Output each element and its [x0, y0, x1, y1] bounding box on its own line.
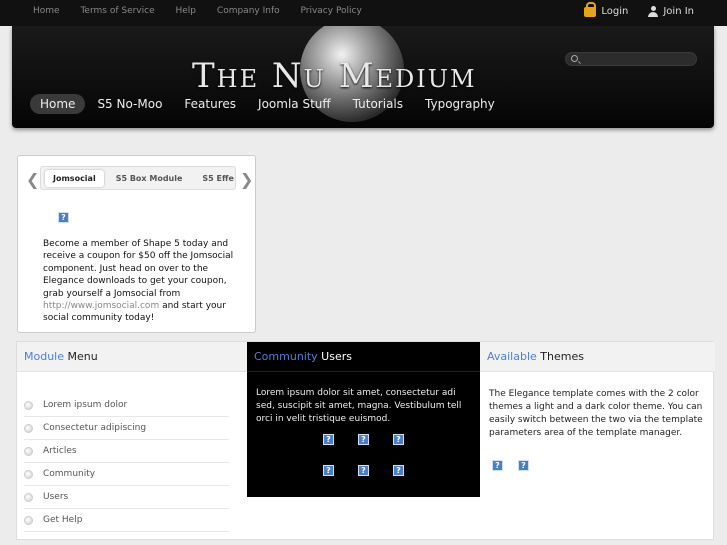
- available-themes-column: Available Themes The Elegance template c…: [480, 342, 715, 541]
- heading-rest: Users: [317, 350, 352, 363]
- top-link-privacy[interactable]: Privacy Policy: [301, 6, 362, 16]
- join-label: Join In: [663, 6, 694, 17]
- available-themes-heading: Available Themes: [480, 342, 715, 372]
- menu-item-label: Get Help: [43, 515, 83, 525]
- menu-item-community[interactable]: Community: [24, 463, 229, 486]
- community-text: Lorem ipsum dolor sit amet, consectetur …: [256, 388, 462, 424]
- nav-tutorials[interactable]: Tutorials: [343, 94, 413, 114]
- prev-arrow-icon[interactable]: ❮: [26, 170, 39, 189]
- module-menu-column: Module Menu Lorem ipsum dolor Consectetu…: [17, 342, 247, 541]
- bullet-icon: [24, 492, 33, 502]
- user-avatar-icon[interactable]: ?: [393, 465, 404, 476]
- top-bar: Home Terms of Service Help Company Info …: [0, 0, 727, 26]
- tab-jomsocial[interactable]: Jomsocial: [45, 169, 104, 187]
- menu-item-label: Lorem ipsum dolor: [43, 400, 128, 410]
- top-links: Home Terms of Service Help Company Info …: [33, 6, 380, 16]
- heading-rest: Menu: [64, 350, 98, 363]
- theme-icons: ? ?: [492, 460, 529, 471]
- bullet-icon: [24, 423, 33, 433]
- jomsocial-link[interactable]: http://www.jomsocial.com: [43, 301, 159, 311]
- nav-joomla-stuff[interactable]: Joomla Stuff: [248, 94, 341, 114]
- nav-s5-no-moo[interactable]: S5 No-Moo: [87, 94, 172, 114]
- heading-accent: Module: [24, 350, 64, 363]
- image-placeholder-icon: ?: [58, 212, 69, 223]
- module-text-before: Become a member of Shape 5 today and rec…: [43, 239, 234, 299]
- menu-item-label: Community: [43, 469, 96, 479]
- main-nav: Home S5 No-Moo Features Joomla Stuff Tut…: [30, 94, 507, 114]
- themes-text: The Elegance template comes with the 2 c…: [489, 389, 703, 438]
- bottom-modules: Module Menu Lorem ipsum dolor Consectetu…: [16, 341, 715, 541]
- login-link[interactable]: Login: [584, 1, 629, 17]
- next-arrow-icon[interactable]: ❯: [240, 170, 253, 189]
- top-link-company-info[interactable]: Company Info: [217, 6, 280, 16]
- module-description: Become a member of Shape 5 today and rec…: [43, 238, 243, 325]
- heading-accent: Community: [254, 350, 318, 363]
- lock-icon: [584, 1, 597, 17]
- nav-features[interactable]: Features: [174, 94, 246, 114]
- join-link[interactable]: Join In: [648, 6, 694, 17]
- heading-rest: Themes: [536, 350, 584, 363]
- login-label: Login: [601, 6, 629, 17]
- theme-dark-icon[interactable]: ?: [518, 460, 529, 471]
- top-link-terms[interactable]: Terms of Service: [80, 6, 154, 16]
- bullet-icon: [24, 400, 33, 410]
- tab-s5-effects[interactable]: S5 Effe: [194, 170, 235, 187]
- user-avatar-icon[interactable]: ?: [323, 465, 334, 476]
- tab-s5-box-module[interactable]: S5 Box Module: [108, 170, 191, 187]
- module-menu-heading: Module Menu: [17, 342, 247, 372]
- menu-item-users[interactable]: Users: [24, 486, 229, 509]
- menu-item-label: Users: [43, 492, 69, 502]
- user-avatar-icon[interactable]: ?: [358, 465, 369, 476]
- menu-item-lorem[interactable]: Lorem ipsum dolor: [24, 394, 229, 417]
- nav-home[interactable]: Home: [30, 94, 86, 114]
- menu-item-label: Consectetur adipiscing: [43, 423, 147, 433]
- bullet-icon: [24, 446, 33, 456]
- top-link-home[interactable]: Home: [33, 6, 60, 16]
- user-avatar-icon[interactable]: ?: [323, 434, 334, 445]
- bullet-icon: [24, 515, 33, 525]
- community-users-column: Community Users Lorem ipsum dolor sit am…: [247, 342, 480, 497]
- search-icon: [571, 55, 578, 62]
- menu-item-get-help[interactable]: Get Help: [24, 509, 229, 532]
- site-title[interactable]: The Nu Medium: [192, 56, 477, 96]
- search-input[interactable]: [565, 52, 697, 66]
- module-tabs: Jomsocial S5 Box Module S5 Effe: [40, 166, 236, 190]
- account-links: Login Join In: [584, 1, 694, 17]
- site-header: The Nu Medium Home S5 No-Moo Features Jo…: [12, 26, 714, 128]
- nav-typography[interactable]: Typography: [415, 94, 505, 114]
- menu-item-articles[interactable]: Articles: [24, 440, 229, 463]
- user-avatar-grid: ? ? ? ? ? ?: [247, 434, 480, 496]
- user-avatar-icon[interactable]: ?: [393, 434, 404, 445]
- user-avatar-icon[interactable]: ?: [358, 434, 369, 445]
- top-link-help[interactable]: Help: [176, 6, 197, 16]
- theme-light-icon[interactable]: ?: [492, 460, 503, 471]
- menu-item-consectetur[interactable]: Consectetur adipiscing: [24, 417, 229, 440]
- user-icon: [648, 6, 659, 17]
- tabbed-module: ❮ Jomsocial S5 Box Module S5 Effe ❯ ? Be…: [17, 155, 256, 333]
- bullet-icon: [24, 469, 33, 479]
- heading-accent: Available: [487, 350, 537, 363]
- menu-item-label: Articles: [43, 446, 77, 456]
- module-menu-list: Lorem ipsum dolor Consectetur adipiscing…: [17, 394, 247, 532]
- community-users-heading: Community Users: [247, 342, 480, 372]
